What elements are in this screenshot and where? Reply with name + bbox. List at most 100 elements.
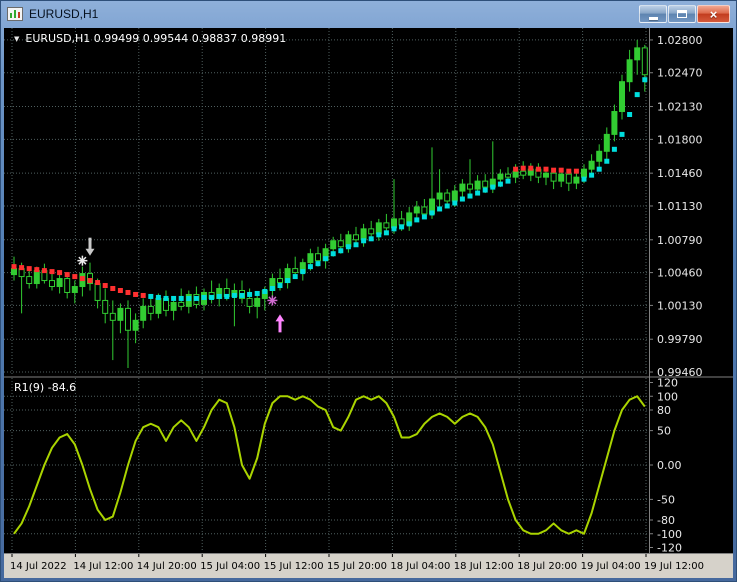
trend-dot — [536, 167, 541, 172]
price-axis-label[interactable]: 1.00460 — [657, 267, 703, 280]
trend-dot — [57, 270, 62, 275]
maximize-button[interactable] — [668, 5, 696, 23]
window-titlebar[interactable]: EURUSD,H1 × — [0, 0, 737, 28]
indicator-axis-label[interactable]: -80 — [657, 514, 675, 527]
indicator-axis-label[interactable]: 120 — [657, 377, 678, 390]
time-axis-label[interactable]: 14 Jul 12:00 — [73, 561, 133, 572]
time-axis-label[interactable]: 14 Jul 20:00 — [137, 561, 197, 572]
time-axis-label[interactable]: 19 Jul 04:00 — [581, 561, 641, 572]
trend-dot — [384, 230, 389, 235]
price-axis-label[interactable]: 1.00790 — [657, 234, 703, 247]
candle-body — [255, 298, 260, 306]
candle-body — [521, 171, 526, 175]
trend-dot — [506, 179, 511, 184]
candle-body — [414, 207, 419, 213]
candle-body — [141, 306, 146, 320]
price-axis-label[interactable]: 1.01460 — [657, 167, 703, 180]
trend-dot — [42, 268, 47, 273]
candle-body — [361, 229, 366, 240]
time-axis-label[interactable]: 15 Jul 12:00 — [264, 561, 324, 572]
trend-dot — [361, 238, 366, 243]
candle-body — [331, 241, 336, 249]
trend-dot — [316, 261, 321, 266]
close-icon: × — [710, 8, 718, 21]
trend-dot — [566, 169, 571, 174]
trend-dot — [27, 266, 32, 271]
candle-body — [50, 281, 55, 287]
indicator-axis-label[interactable]: 80 — [657, 404, 671, 417]
time-axis-label[interactable]: 19 Jul 12:00 — [644, 561, 704, 572]
price-axis-label[interactable]: 0.99790 — [657, 333, 703, 346]
candle-body — [544, 173, 549, 177]
time-axis-label[interactable]: 15 Jul 20:00 — [327, 561, 387, 572]
candle-body — [551, 173, 556, 181]
trend-dot — [110, 286, 115, 291]
close-button[interactable]: × — [697, 5, 730, 23]
price-axis-label[interactable]: 1.02130 — [657, 101, 703, 114]
price-axis-label[interactable]: 1.01800 — [657, 133, 703, 146]
trend-dot — [414, 217, 419, 222]
trend-dot — [80, 276, 85, 281]
indicator-axis-label[interactable]: 100 — [657, 390, 678, 403]
candle-body — [376, 223, 381, 234]
trend-dot — [460, 197, 465, 202]
candle-body — [498, 174, 503, 179]
trend-dot — [437, 206, 442, 211]
trend-dot — [582, 177, 587, 182]
trend-dot — [209, 295, 214, 300]
trend-dot — [270, 286, 275, 291]
candle-body — [513, 171, 518, 177]
trend-dot — [118, 288, 123, 293]
indicator-axis-label[interactable]: -120 — [657, 542, 682, 555]
candle-body — [12, 269, 17, 275]
candle-body — [65, 279, 70, 293]
trend-dot — [346, 244, 351, 249]
trend-dot — [19, 265, 24, 270]
trend-dot — [369, 236, 374, 241]
trend-dot — [589, 173, 594, 178]
candle-body — [118, 308, 123, 320]
indicator-axis-label[interactable]: 50 — [657, 425, 671, 438]
candle-body — [627, 60, 632, 82]
trend-dot — [308, 264, 313, 269]
trend-dot — [164, 296, 169, 301]
time-axis-label[interactable]: 18 Jul 04:00 — [390, 561, 450, 572]
trend-dot — [407, 221, 412, 226]
trend-dot — [171, 296, 176, 301]
candle-body — [642, 48, 647, 75]
trend-dot — [612, 147, 617, 152]
candle-body — [445, 193, 450, 201]
trend-dot — [528, 166, 533, 171]
time-axis-label[interactable]: 14 Jul 2022 — [10, 561, 67, 572]
candle-body — [559, 174, 564, 181]
indicator-axis-label[interactable]: -100 — [657, 528, 682, 541]
indicator-axis-label[interactable]: -50 — [657, 493, 675, 506]
candle-body — [620, 82, 625, 112]
candle-body — [278, 279, 283, 283]
indicator-axis-label[interactable]: 0.00 — [657, 459, 682, 472]
time-axis-label[interactable]: 18 Jul 20:00 — [517, 561, 577, 572]
price-axis-label[interactable]: 1.02470 — [657, 67, 703, 80]
trend-dot — [559, 168, 564, 173]
candle-body — [384, 223, 389, 228]
trend-dot — [285, 278, 290, 283]
candle-body — [475, 181, 480, 189]
chart-app-icon[interactable] — [7, 7, 23, 21]
trend-dot — [468, 194, 473, 199]
trend-dot — [574, 169, 579, 174]
candle-body — [566, 174, 571, 183]
indicator-label: R1(9) -84.6 — [14, 381, 76, 394]
chart-canvas[interactable]: 1.02800 1.02470 1.02130 1.01800 1.01460 1.011… — [4, 28, 733, 578]
price-axis-label[interactable]: 1.02800 — [657, 34, 703, 47]
price-axis-label[interactable]: 1.01130 — [657, 200, 703, 213]
minimize-button[interactable] — [639, 5, 667, 23]
trend-dot — [179, 296, 184, 301]
window-title: EURUSD,H1 — [29, 7, 98, 21]
time-axis-label[interactable]: 15 Jul 04:00 — [200, 561, 260, 572]
one-click-collapse-icon[interactable]: ▼ — [14, 35, 19, 43]
trend-dot — [331, 251, 336, 256]
time-axis-label[interactable]: 18 Jul 12:00 — [454, 561, 514, 572]
trend-dot — [217, 294, 222, 299]
candle-body — [483, 181, 488, 187]
price-axis-label[interactable]: 1.00130 — [657, 299, 703, 312]
